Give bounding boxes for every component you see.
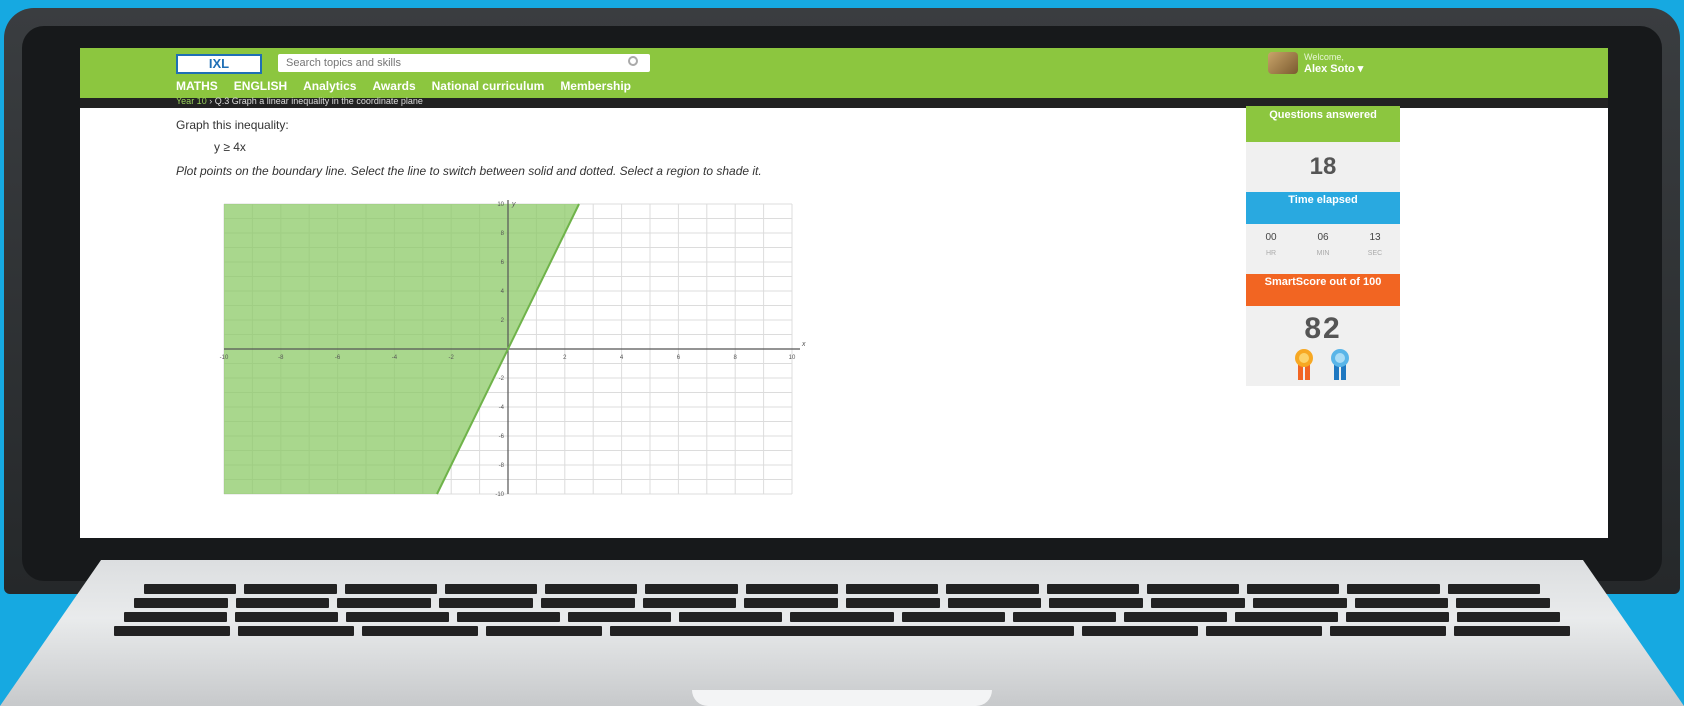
y-tick-label: 10 — [497, 202, 504, 208]
breadcrumb: Year 10 › Q.3 Graph a linear inequality … — [176, 96, 423, 106]
timer-seconds-label: SEC — [1367, 250, 1383, 257]
smartscore-value: 82 — [1304, 312, 1342, 345]
y-tick-label: -2 — [499, 376, 505, 382]
time-elapsed-label: Time elapsed — [1246, 192, 1400, 224]
nav-national-curriculum[interactable]: National curriculum — [432, 79, 545, 93]
x-tick-label: 10 — [789, 355, 796, 361]
x-tick-label: 4 — [620, 355, 624, 361]
y-axis-label: y — [511, 201, 516, 208]
coordinate-plane[interactable]: -10 -8 -6 -4 -2 2 4 6 8 10108642-2-4-6-8-10xy — [210, 198, 810, 498]
main-nav: MATHS ENGLISH Analytics Awards National … — [176, 79, 631, 93]
smartscore-label: SmartScore out of 100 — [1246, 274, 1400, 306]
x-tick-label: -6 — [335, 355, 341, 361]
x-tick-label: 8 — [734, 355, 738, 361]
y-tick-label: -6 — [499, 434, 505, 440]
question-directions: Plot points on the boundary line. Select… — [176, 164, 762, 178]
nav-membership[interactable]: Membership — [560, 79, 631, 93]
timer-seconds: 13 — [1369, 232, 1381, 243]
nav-english[interactable]: ENGLISH — [234, 79, 287, 93]
nav-analytics[interactable]: Analytics — [303, 79, 356, 93]
ixl-logo[interactable]: IXL — [176, 54, 262, 74]
question-instruction: Graph this inequality: — [176, 118, 289, 132]
gold-medal-icon — [1295, 349, 1313, 380]
timer-minutes-label: MIN — [1316, 250, 1330, 257]
x-tick-label: 2 — [563, 355, 567, 361]
breadcrumb-level[interactable]: Year 10 — [176, 96, 207, 106]
nav-maths[interactable]: MATHS — [176, 79, 218, 93]
smartscore-panel: 82 — [1246, 306, 1400, 386]
y-tick-label: -4 — [499, 405, 505, 411]
top-bar: IXL MATHS ENGLISH Analytics Awards Natio… — [80, 48, 1608, 98]
y-tick-label: -10 — [495, 492, 504, 498]
screen: IXL MATHS ENGLISH Analytics Awards Natio… — [80, 48, 1608, 538]
x-tick-label: -4 — [392, 355, 398, 361]
welcome-text: Welcome, — [1304, 52, 1344, 62]
x-axis-label: x — [801, 341, 806, 348]
blue-medal-icon — [1331, 349, 1349, 380]
search-icon[interactable] — [628, 56, 638, 66]
search-input[interactable] — [278, 54, 650, 72]
inequality-expression: y ≥ 4x — [214, 140, 246, 154]
x-tick-label: 6 — [677, 355, 681, 361]
timer-hours: 00 — [1265, 232, 1277, 243]
avatar[interactable] — [1268, 52, 1298, 74]
x-tick-label: -10 — [220, 355, 229, 361]
trackpad-notch — [692, 690, 992, 706]
breadcrumb-separator: › — [209, 96, 213, 106]
timer-hours-label: HR — [1265, 250, 1277, 257]
timer-minutes: 06 — [1317, 232, 1329, 243]
nav-awards[interactable]: Awards — [372, 79, 415, 93]
x-tick-label: -2 — [449, 355, 455, 361]
questions-answered-label: Questions answered — [1246, 106, 1400, 142]
x-tick-label: -8 — [278, 355, 284, 361]
timer: 00 06 13 HR MIN SEC — [1246, 224, 1400, 274]
breadcrumb-skill: Q.3 Graph a linear inequality in the coo… — [214, 96, 423, 106]
y-tick-label: -8 — [499, 463, 505, 469]
keyboard — [114, 582, 1570, 646]
questions-answered-count: 18 — [1246, 142, 1400, 192]
user-menu[interactable]: Alex Soto ▾ — [1304, 62, 1363, 75]
